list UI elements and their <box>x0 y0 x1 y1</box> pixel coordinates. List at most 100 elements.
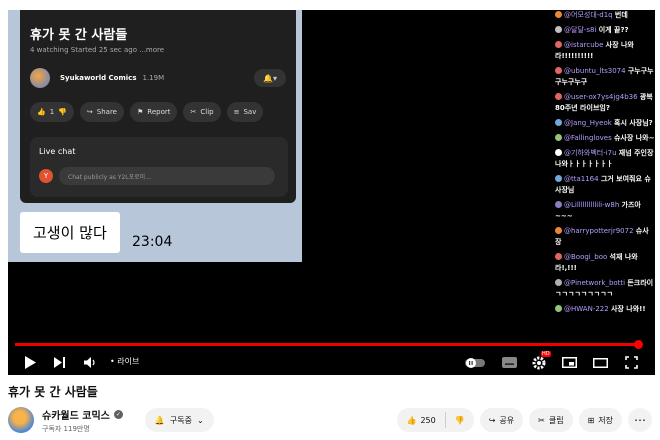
save-icon: ≡ <box>233 108 240 116</box>
channel-subscriber-count: 구독자 119만명 <box>42 424 90 433</box>
chat-message: @Jang_Hyeok 혹시 사장님? <box>555 118 655 129</box>
video-frame-phone: 휴가 못 간 사람들 4 watching Started 25 sec ago… <box>8 10 302 262</box>
like-count: 250 <box>420 415 436 425</box>
chat-text: 번데 <box>614 11 628 19</box>
chat-author: @Boogi_boo <box>564 253 608 261</box>
chat-message: @달달-s8i 이게 끝?? <box>555 25 655 36</box>
clip-label: 클립 <box>548 415 564 425</box>
subscribed-button[interactable]: 🔔 구독중 ⌄ <box>144 408 214 432</box>
phone-channel-row: Syukaworld Comics 1.19M 🔔▾ <box>30 68 286 88</box>
chat-author: @harrypotterjr9072 <box>564 227 634 235</box>
chat-text: 혹시 사장님? <box>614 119 653 127</box>
phone-report-pill: ⚑ Report <box>129 102 178 122</box>
fullscreen-button[interactable] <box>621 350 641 375</box>
subtitles-button[interactable] <box>499 350 519 375</box>
chat-text: 슈사장 나와~ <box>613 134 655 142</box>
channel-name[interactable]: 슈카월드 코믹스 <box>42 407 110 422</box>
miniplayer-icon <box>561 357 577 368</box>
chat-avatar <box>555 119 562 126</box>
thumb-up-icon: 👍 <box>406 415 417 425</box>
chat-message: @기하와벡터-i7u 재넘 주인장 나와ㅏㅏㅏㅏㅏㅏㅏ <box>555 148 655 170</box>
chat-author: @Fallingloves <box>564 134 612 142</box>
settings-button[interactable]: HD <box>529 350 551 375</box>
chat-avatar <box>555 253 562 260</box>
hd-badge: HD <box>541 351 551 357</box>
phone-channel-name: Syukaworld Comics <box>60 74 137 82</box>
channel-name-row[interactable]: 슈카월드 코믹스 ✓ <box>42 407 123 422</box>
share-icon: ↪ <box>488 415 496 425</box>
channel-info: 슈카월드 코믹스 ✓ 구독자 119만명 <box>42 407 123 434</box>
next-icon <box>54 357 65 368</box>
chat-author: @Lillllllllllili-w8h <box>564 201 620 209</box>
save-button[interactable]: ⊞ 저장 <box>578 408 622 432</box>
play-button[interactable] <box>20 350 40 375</box>
chat-text: 사장 나와!! <box>610 305 646 313</box>
live-chat-overlay: @어모성대-d1q 번데 @달달-s8i 이게 끝?? @istarcube 사장 … <box>555 10 655 345</box>
miniplayer-button[interactable] <box>559 350 579 375</box>
flag-icon: ⚑ <box>136 108 144 116</box>
chat-author: @기하와벡터-i7u <box>564 149 617 157</box>
chat-avatar <box>555 305 562 312</box>
phone-clip-pill: ✂ Clip <box>183 102 221 122</box>
more-actions-button[interactable]: ⋯ <box>628 408 652 432</box>
chat-avatar <box>555 93 562 100</box>
chat-avatar <box>555 26 562 33</box>
chat-author: @달달-s8i <box>564 26 597 34</box>
video-player[interactable]: 휴가 못 간 사람들 4 watching Started 25 sec ago… <box>8 10 655 375</box>
like-button[interactable]: 👍 250 <box>397 408 444 432</box>
more-horiz-icon: ⋯ <box>634 413 646 427</box>
next-button[interactable] <box>50 350 70 375</box>
scissors-icon: ✂ <box>538 415 545 425</box>
phone-action-row: 👍 1 👎 ↪ Share ⚑ Report ✂ Clip ≡ Sav <box>30 102 264 122</box>
like-dislike-group: 👍 250 👎 <box>397 408 474 432</box>
chat-author: @user-ox7ys4jg4b36 <box>564 93 638 101</box>
chat-message: @istarcube 사장 나와라!!!!!!!!!! <box>555 40 655 62</box>
volume-button[interactable] <box>80 350 100 375</box>
save-label: 저장 <box>598 415 613 425</box>
chat-author: @ubuntu_lts3074 <box>564 67 626 75</box>
bell-icon: 🔔 <box>154 415 165 425</box>
chat-avatar <box>555 149 562 156</box>
chat-avatar <box>555 41 562 48</box>
chat-author: @어모성대-d1q <box>564 11 613 19</box>
phone-live-chat-title: Live chat <box>39 147 76 156</box>
chat-avatar <box>555 279 562 286</box>
chat-author: @Jang_Hyeok <box>564 119 612 127</box>
phone-video-title: 휴가 못 간 사람들 <box>30 28 128 43</box>
phone-screen: 휴가 못 간 사람들 4 watching Started 25 sec ago… <box>20 10 296 203</box>
phone-video-meta: 4 watching Started 25 sec ago ...more <box>30 46 165 54</box>
chat-avatar <box>555 134 562 141</box>
dislike-button[interactable]: 👎 <box>446 408 474 432</box>
chat-avatar <box>555 227 562 234</box>
progress-scrubber[interactable] <box>634 340 643 349</box>
phone-channel-avatar <box>30 68 50 88</box>
chat-message: @Fallingloves 슈사장 나와~ <box>555 133 655 144</box>
phone-chat-avatar: Y <box>39 169 53 183</box>
chat-message: @user-ox7ys4jg4b36 광복 80주년 라이브임? <box>555 92 655 114</box>
phone-chat-input: Chat publicly as Y2L포로미... <box>59 167 275 185</box>
autoplay-toggle[interactable] <box>464 350 486 375</box>
live-indicator[interactable]: • 라이브 <box>110 356 139 367</box>
thumb-up-icon: 👍 <box>37 108 46 116</box>
thumb-down-icon: 👎 <box>58 108 67 116</box>
channel-avatar[interactable] <box>8 407 34 433</box>
progress-bar[interactable] <box>15 343 639 346</box>
share-button[interactable]: ↪ 공유 <box>479 408 524 432</box>
chat-avatar <box>555 175 562 182</box>
clip-button[interactable]: ✂ 클립 <box>529 408 573 432</box>
chat-author: @istarcube <box>564 41 604 49</box>
chat-message: @Lillllllllllili-w8h 가즈아~~~ <box>555 200 655 222</box>
chat-author: @Pinetwork_botti <box>564 279 626 287</box>
chat-message: @Boogi_boo 석재 나와라!,!!! <box>555 252 655 274</box>
phone-live-chat: Live chat Y Chat publicly as Y2L포로미... <box>30 137 288 197</box>
verified-icon: ✓ <box>113 409 123 419</box>
volume-icon <box>84 357 95 368</box>
video-actions: 👍 250 👎 ↪ 공유 ✂ 클립 ⊞ 저장 ⋯ <box>397 408 652 432</box>
chat-message: @HWAN-222 사장 나와!! <box>555 304 655 315</box>
share-icon: ↪ <box>86 108 93 116</box>
chat-author: @tta1164 <box>564 175 599 183</box>
chat-message: @tta1164 그거 보여줘요 슈사장님 <box>555 174 655 196</box>
channel-owner-row: 슈카월드 코믹스 ✓ 구독자 119만명 🔔 구독중 ⌄ <box>8 406 214 434</box>
theater-mode-button[interactable] <box>590 350 610 375</box>
chevron-down-icon: ⌄ <box>196 415 204 425</box>
